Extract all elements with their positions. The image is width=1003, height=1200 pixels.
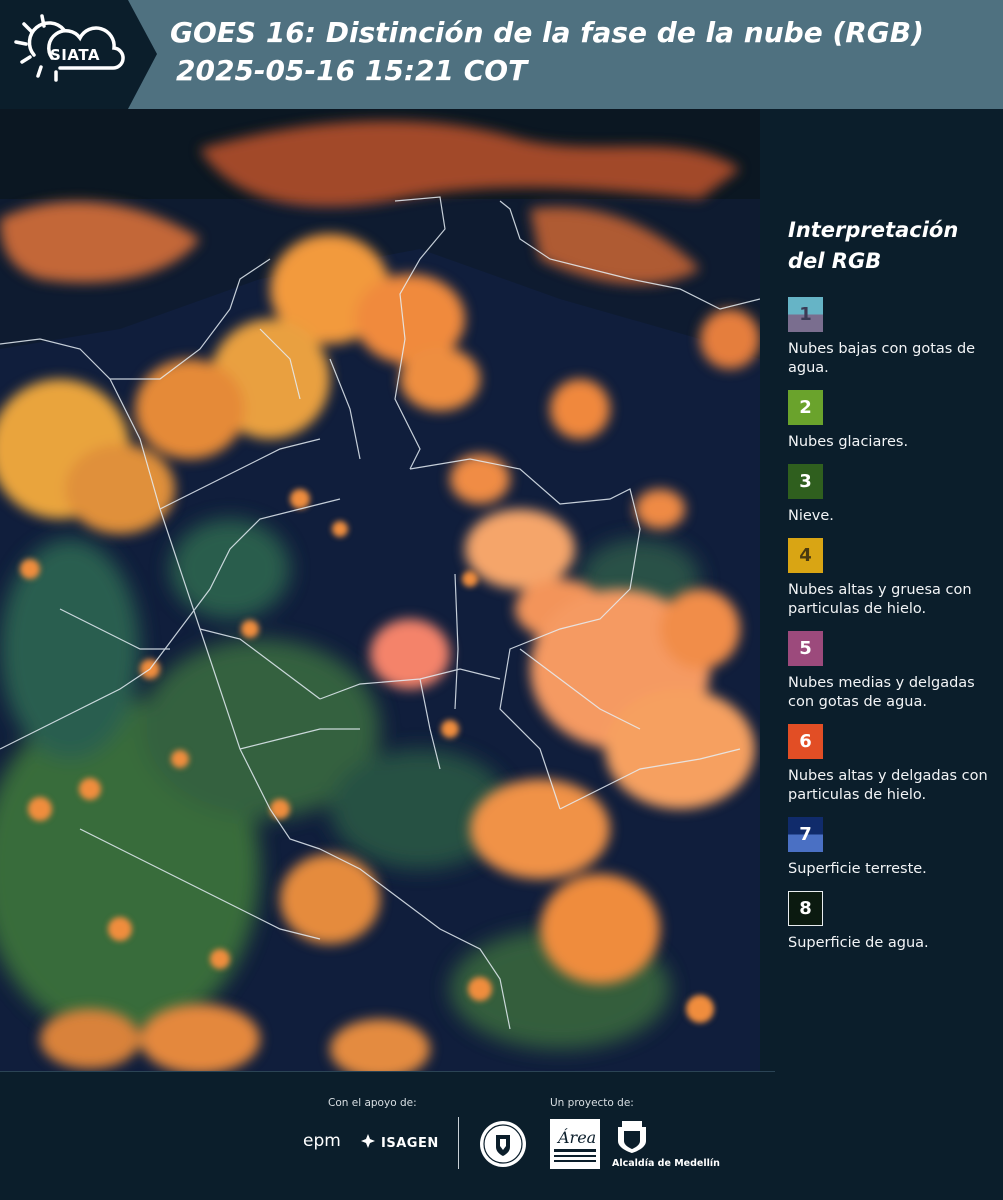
legend-swatch-4: 4 — [788, 538, 823, 573]
epm-logo: epm — [303, 1131, 341, 1151]
siata-logo[interactable]: SIATA — [0, 0, 157, 109]
footer-logo-divider — [458, 1117, 459, 1169]
legend-item-1: 1 Nubes bajas con gotas de agua. — [788, 297, 993, 378]
title-timestamp: 2025-05-16 15:21 COT — [176, 54, 528, 87]
legend-item-7: 7 Superficie terreste. — [788, 817, 993, 879]
legend-swatch-3: 3 — [788, 464, 823, 499]
legend-title-line-2: del RGB — [788, 249, 882, 273]
title-line-1: GOES 16: Distinción de la fase de la nub… — [170, 16, 924, 49]
legend-item-5: 5 Nubes medias y delgadas con gotas de a… — [788, 631, 993, 712]
header-bar: SIATA GOES 16: Distinción de la fase de … — [0, 0, 1003, 109]
legend-label-8: Superficie de agua. — [788, 935, 929, 951]
legend-label-1: Nubes bajas con gotas de agua. — [788, 341, 976, 376]
legend-swatch-6: 6 — [788, 724, 823, 759]
legend-item-4: 4 Nubes altas y gruesa con particulas de… — [788, 538, 993, 619]
satellite-map[interactable] — [0, 109, 760, 1071]
footer: Con el apoyo de: Un proyecto de: epm ISA… — [0, 1071, 1003, 1200]
legend-item-2: 2 Nubes glaciares. — [788, 390, 993, 452]
legend-item-6: 6 Nubes altas y delgadas con particulas … — [788, 724, 993, 805]
legend-swatch-7: 7 — [788, 817, 823, 852]
legend-label-7: Superficie terreste. — [788, 861, 927, 877]
isagen-logo: ISAGEN — [360, 1133, 439, 1151]
legend-swatch-8: 8 — [788, 891, 823, 926]
page-title: GOES 16: Distinción de la fase de la nub… — [170, 14, 924, 90]
legend-label-4: Nubes altas y gruesa con particulas de h… — [788, 582, 972, 617]
alcaldia-shield-icon — [618, 1121, 646, 1153]
logo-text: SIATA — [50, 46, 101, 64]
legend-item-8: 8 Superficie de agua. — [788, 891, 993, 953]
footer-divider-line — [0, 1071, 775, 1072]
legend-swatch-2: 2 — [788, 390, 823, 425]
legend-label-6: Nubes altas y delgadas con particulas de… — [788, 768, 988, 803]
rgb-legend: Interpretación del RGB 1 Nubes bajas con… — [788, 215, 993, 965]
legend-swatch-5: 5 — [788, 631, 823, 666]
legend-item-3: 3 Nieve. — [788, 464, 993, 526]
legend-title-line-1: Interpretación — [788, 218, 959, 242]
area-logo-text: Área — [556, 1127, 596, 1147]
support-label: Con el apoyo de: — [328, 1097, 417, 1109]
isagen-text: ISAGEN — [381, 1136, 439, 1151]
area-metropolitana-logo: Área — [550, 1119, 600, 1169]
legend-swatch-1: 1 — [788, 297, 823, 332]
legend-label-5: Nubes medias y delgadas con gotas de agu… — [788, 675, 975, 710]
isagen-mark-icon — [361, 1134, 375, 1148]
legend-title: Interpretación del RGB — [788, 215, 993, 277]
medellin-seal-icon — [480, 1121, 526, 1167]
legend-label-2: Nubes glaciares. — [788, 434, 909, 450]
legend-label-3: Nieve. — [788, 508, 834, 524]
alcaldia-label: Alcaldía de Medellín — [612, 1158, 720, 1169]
project-label: Un proyecto de: — [550, 1097, 634, 1109]
